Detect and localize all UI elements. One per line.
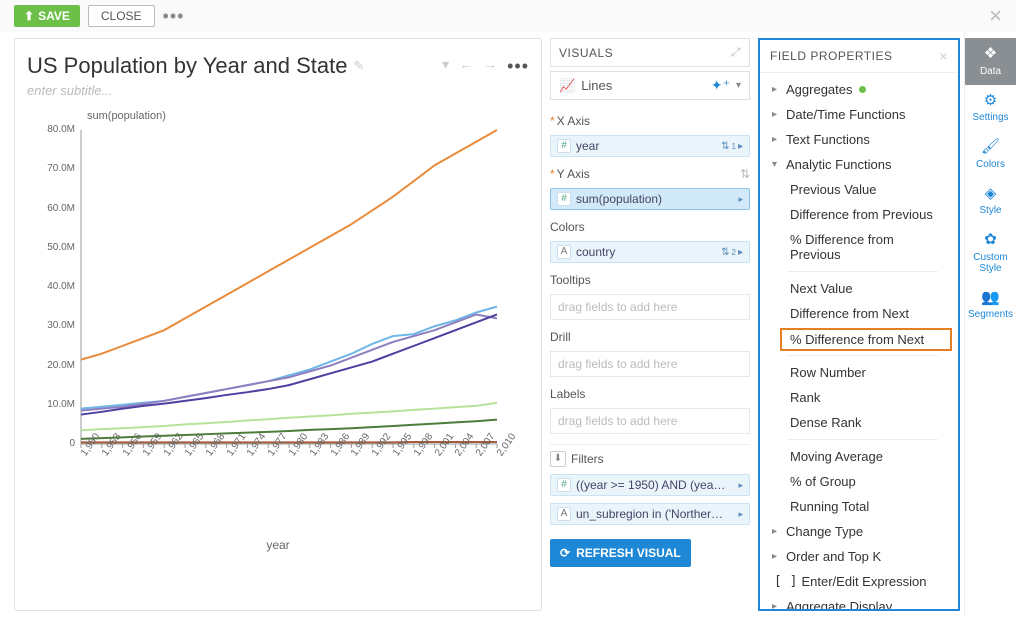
upload-icon: ⬆	[24, 9, 34, 23]
labels-shelf-label: Labels	[550, 387, 585, 401]
diamond-icon: ◈	[985, 186, 997, 203]
rail-segments[interactable]: 👥Segments	[965, 282, 1016, 329]
chart-subtitle[interactable]: enter subtitle...	[27, 83, 529, 98]
labels-dropzone[interactable]: drag fields to add here	[550, 408, 750, 434]
hash-icon: #	[557, 192, 571, 206]
analytic-item[interactable]: Previous Value	[760, 177, 958, 202]
chart-menu[interactable]: •••	[507, 56, 529, 77]
analytic-item[interactable]: % of Group	[760, 469, 958, 494]
forward-icon[interactable]: →	[483, 56, 497, 77]
users-icon: 👥	[981, 290, 1000, 307]
analytic-item[interactable]: Difference from Next	[760, 301, 958, 326]
colors-pill[interactable]: A country ⇅2 ▸	[550, 241, 750, 263]
textfns-section[interactable]: ▸Text Functions	[760, 127, 958, 152]
filter-icon[interactable]: ▾	[442, 56, 449, 77]
fieldprops-title: FIELD PROPERTIES	[770, 49, 892, 63]
analytic-item[interactable]: % Difference from Next	[780, 328, 952, 351]
save-label: SAVE	[38, 9, 70, 23]
tooltips-dropzone[interactable]: drag fields to add here	[550, 294, 750, 320]
save-button[interactable]: ⬆ SAVE	[14, 5, 80, 27]
analytic-item[interactable]: Dense Rank	[760, 410, 958, 435]
xaxis-pill[interactable]: # year ⇅1 ▸	[550, 135, 750, 157]
chart-panel: US Population by Year and State ✎ ▾ ← → …	[14, 38, 542, 611]
drill-dropzone[interactable]: drag fields to add here	[550, 351, 750, 377]
analytic-item[interactable]: Next Value	[760, 276, 958, 301]
analytic-item[interactable]: Row Number	[760, 360, 958, 385]
visual-type-selector[interactable]: 📈 Lines ✦⁺ ▾	[550, 71, 750, 100]
back-icon[interactable]: ←	[459, 56, 473, 77]
analytic-item[interactable]: Difference from Previous	[760, 202, 958, 227]
visuals-panel: VISUALS ⤢ 📈 Lines ✦⁺ ▾ *X Axis # year ⇅1…	[550, 38, 750, 611]
text-icon: A	[557, 507, 571, 521]
refresh-visual-button[interactable]: ⟳ REFRESH VISUAL	[550, 539, 691, 567]
swap-icon[interactable]: ⇅	[740, 167, 750, 181]
magic-wand-icon[interactable]: ✦⁺	[711, 77, 730, 94]
more-menu[interactable]: •••	[163, 6, 185, 27]
rail-style[interactable]: ◈Style	[965, 178, 1016, 225]
line-chart	[27, 124, 507, 464]
chevron-right-icon: ▸	[738, 194, 743, 205]
yaxis-pill[interactable]: # sum(population) ▸	[550, 188, 750, 210]
rail-data[interactable]: ❖Data	[965, 38, 1016, 85]
analytic-section[interactable]: ▾Analytic Functions	[760, 152, 958, 177]
close-button[interactable]: CLOSE	[88, 5, 155, 27]
data-icon: ❖	[984, 46, 997, 63]
edit-title-icon[interactable]: ✎	[353, 58, 364, 74]
gear-icon: ⚙	[984, 93, 997, 110]
drill-shelf-label: Drill	[550, 330, 571, 344]
sort-asc-icon: ⇅1 ▸	[721, 141, 743, 152]
rail-custom-style[interactable]: ✿Custom Style	[965, 224, 1016, 282]
active-dot-icon	[859, 86, 866, 93]
brush-icon: 🖌	[981, 139, 1000, 156]
datetime-section[interactable]: ▸Date/Time Functions	[760, 102, 958, 127]
line-chart-icon: 📈	[559, 78, 575, 94]
xaxis-shelf-label: X Axis	[557, 114, 590, 128]
filter-pill-1[interactable]: A un_subregion in ('Norther… ▸	[550, 503, 750, 525]
analytic-item[interactable]: Rank	[760, 385, 958, 410]
field-properties-panel: FIELD PROPERTIES × ▸Aggregates ▸Date/Tim…	[758, 38, 960, 611]
y-axis-label: sum(population)	[87, 110, 166, 122]
tooltips-shelf-label: Tooltips	[550, 273, 591, 287]
chevron-down-icon: ▾	[736, 80, 741, 91]
aggregates-section[interactable]: ▸Aggregates	[760, 77, 958, 102]
chart-title[interactable]: US Population by Year and State	[27, 53, 347, 79]
aggdisplay-section[interactable]: ▸Aggregate Display	[760, 594, 958, 609]
visuals-header: VISUALS ⤢	[550, 38, 750, 67]
analytic-item[interactable]: % Difference from Previous	[760, 227, 958, 267]
changetype-section[interactable]: ▸Change Type	[760, 519, 958, 544]
x-axis-label: year	[27, 538, 529, 552]
rail-colors[interactable]: 🖌Colors	[965, 131, 1016, 178]
colors-shelf-label: Colors	[550, 220, 585, 234]
right-rail: ❖Data ⚙Settings 🖌Colors ◈Style ✿Custom S…	[964, 32, 1016, 617]
expand-icon[interactable]: ⤢	[731, 45, 741, 60]
close-x-icon[interactable]: ×	[989, 3, 1002, 29]
expression-item[interactable]: [ ]Enter/Edit Expression	[760, 569, 958, 594]
hash-icon: #	[557, 139, 571, 153]
close-panel-icon[interactable]: ×	[939, 48, 948, 64]
analytic-item[interactable]: Moving Average	[760, 444, 958, 469]
rail-settings[interactable]: ⚙Settings	[965, 85, 1016, 132]
text-icon: A	[557, 245, 571, 259]
yaxis-shelf-label: Y Axis	[557, 167, 590, 181]
refresh-icon: ⟳	[560, 546, 570, 560]
filters-header: ⬇ Filters	[550, 444, 750, 467]
hash-icon: #	[557, 478, 571, 492]
ordertopk-section[interactable]: ▸Order and Top K	[760, 544, 958, 569]
analytic-item[interactable]: Running Total	[760, 494, 958, 519]
filter-pill-0[interactable]: # ((year >= 1950) AND (yea… ▸	[550, 474, 750, 496]
leaf-icon: ✿	[984, 232, 997, 249]
sort-asc-icon: ⇅2 ▸	[721, 247, 743, 258]
